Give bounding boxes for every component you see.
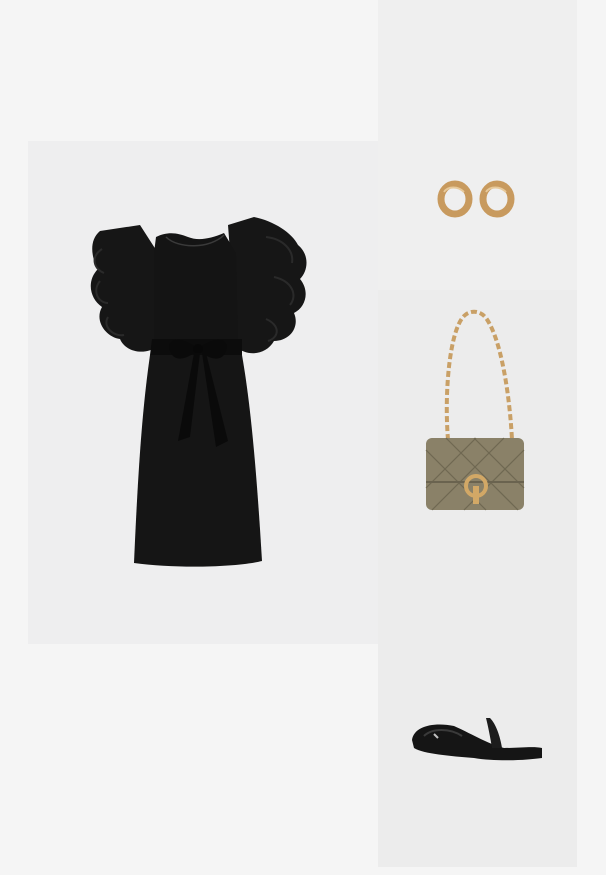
outfit-board: { "outfit": { "items": [ {"name": "dress… xyxy=(0,0,606,875)
black-ruffle-dress-image xyxy=(90,217,307,567)
dress-product-tile[interactable] xyxy=(28,141,378,644)
earrings-product-tile[interactable] xyxy=(378,0,577,290)
shoe-product-tile[interactable] xyxy=(378,576,577,867)
bag-product-tile[interactable] xyxy=(378,290,577,576)
gold-hoop-earrings-image xyxy=(437,180,515,218)
quilted-shoulder-bag-image xyxy=(425,309,525,511)
black-ballet-mule-image xyxy=(412,718,542,761)
